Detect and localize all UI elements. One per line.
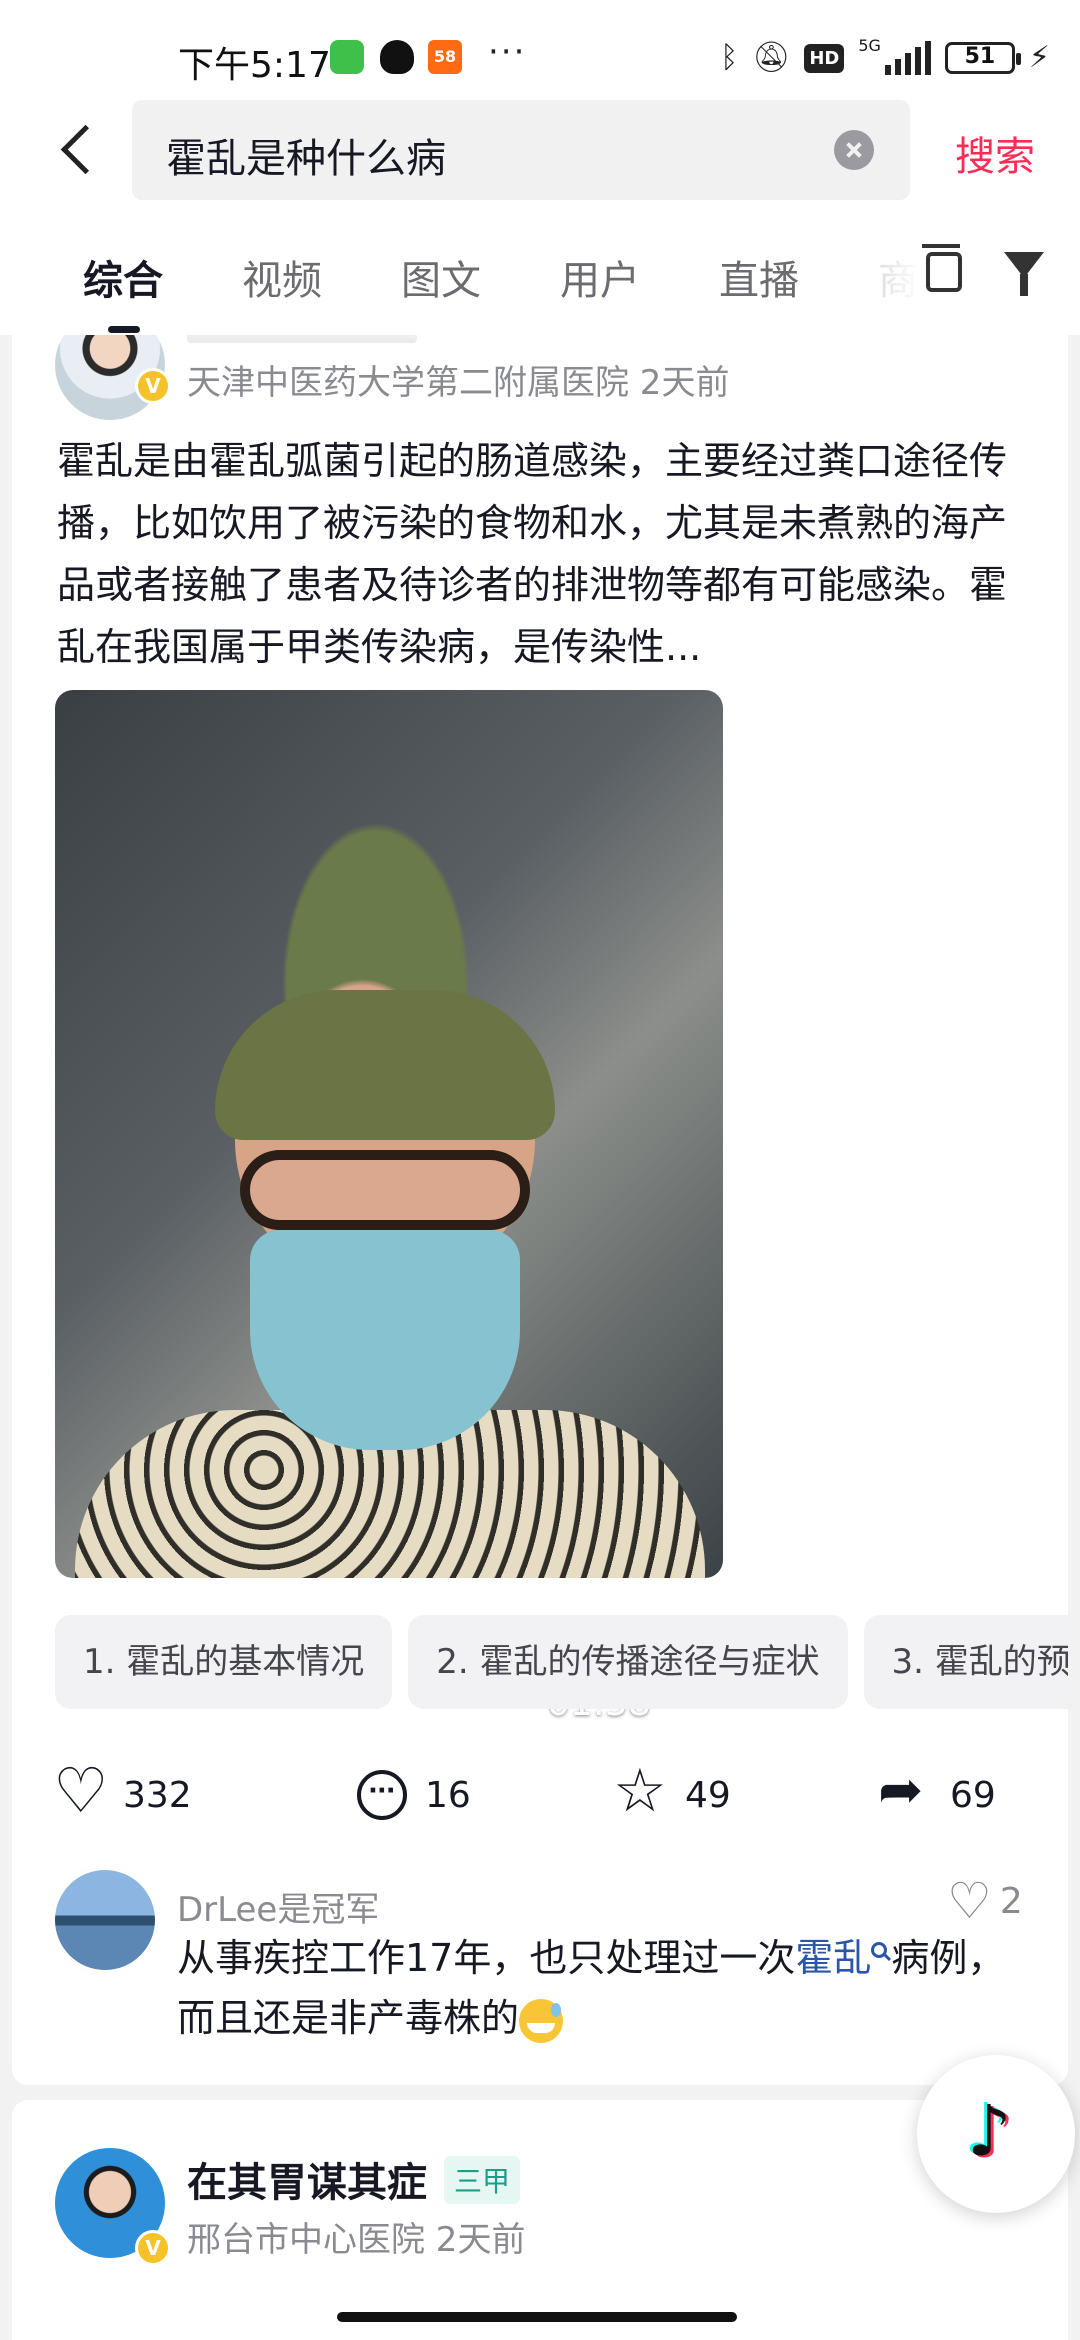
top-comment[interactable]: DrLee是冠军 2 从事疾控工作17年，也只处理过一次霍乱病例，而且还是非产毒… [12,1870,1068,2070]
tab-comprehensive[interactable]: 综合 [83,248,163,333]
like-button[interactable]: 332 [53,1754,192,1827]
comment-search-link[interactable]: 霍乱 [795,1936,871,1980]
heart-icon [53,1754,109,1827]
chapter-chip[interactable]: 2. 霍乱的传播途径与症状 [408,1615,848,1709]
result-card[interactable]: V 天津中医药大学第二附属医院 2天前 霍乱是由霍乱弧菌引起的肠道感染，主要经过… [12,335,1068,2085]
comment-count: 16 [425,1774,471,1816]
search-button[interactable]: 搜索 [955,124,1035,182]
battery-percent: 51 [964,44,996,69]
network-type: 5G [858,36,881,55]
search-icon[interactable] [871,1942,888,1958]
tab-users[interactable]: 用户 [560,248,640,306]
author-source: 天津中医药大学第二附属医院 2天前 [187,363,730,403]
comment-button[interactable]: 16 [357,1770,471,1820]
douyin-float-button[interactable]: ♪ [917,2055,1075,2213]
comment-avatar[interactable] [55,1870,155,1970]
result-tabs: 综合 视频 图文 用户 直播 商 [0,220,1080,335]
favorite-count: 49 [685,1774,731,1816]
mute-bell-icon: 🔕︎ [752,40,791,75]
status-bar: 下午5:17 58 ··· ᛒ 🔕︎ HD 5G 51 ⚡ [0,0,1080,100]
status-time: 下午5:17 [178,45,331,86]
tab-image-text[interactable]: 图文 [401,248,481,306]
video-thumbnail[interactable] [55,690,723,1578]
hospital-grade-badge: 三甲 [444,2156,521,2204]
result-card[interactable]: V 在其胃谋其症 三甲 邢台市中心医院 2天前 [12,2100,1068,2340]
sweat-smile-emoji-icon [519,1998,564,2043]
tab-video[interactable]: 视频 [242,248,322,306]
chapter-chip[interactable]: 1. 霍乱的基本情况 [55,1615,393,1709]
share-button[interactable]: 69 [878,1758,996,1821]
author-source: 邢台市中心医院 2天前 [187,2220,526,2260]
verified-icon: V [135,2230,171,2266]
comment-text-before: 从事疾控工作17年，也只处理过一次 [177,1936,796,1980]
share-icon [878,1758,932,1821]
bluetooth-icon: ᛒ [720,40,739,75]
app-58-notification-icon: 58 [428,40,462,74]
search-input[interactable]: 霍乱是种什么病 [132,100,910,200]
video-frame-glasses [240,1150,530,1230]
action-bar: 332 16 49 69 [12,1754,1068,1840]
video-frame-cap [215,990,555,1140]
author-name-cropped [187,335,417,343]
favorite-button[interactable]: 49 [613,1756,731,1826]
more-notifications-icon: ··· [488,32,527,72]
video-frame-mask [250,1230,520,1450]
tab-live[interactable]: 直播 [719,248,799,306]
home-indicator[interactable] [337,2312,737,2322]
comment-like-button[interactable]: 2 [947,1876,1023,1927]
heart-icon [947,1876,992,1927]
star-icon [613,1756,667,1826]
author-name[interactable]: 在其胃谋其症 [187,2150,427,2208]
like-count: 332 [123,1774,192,1816]
qq-notification-icon [380,40,414,74]
comment-icon [357,1770,407,1820]
search-header: 霍乱是种什么病 搜索 [0,100,1080,220]
verified-icon: V [135,368,171,404]
status-indicators: ᛒ 🔕︎ HD 5G 51 ⚡ [720,38,1050,78]
battery-icon: 51 [944,42,1021,74]
comment-text: 从事疾控工作17年，也只处理过一次霍乱 病例，而且还是非产毒株的 [177,1928,1007,2048]
tabs-fade-overlay [860,240,920,320]
hd-icon: HD [804,43,845,73]
chapter-list: 1. 霍乱的基本情况 2. 霍乱的传播途径与症状 3. 霍乱的预 [55,1615,1068,1715]
back-icon[interactable] [48,118,108,182]
share-count: 69 [950,1774,996,1816]
search-query-text[interactable]: 霍乱是种什么病 [166,126,446,184]
charging-icon: ⚡ [1028,40,1050,75]
signal-strength-icon [884,41,931,75]
chapter-chip[interactable]: 3. 霍乱的预 [863,1615,1068,1709]
clear-icon[interactable] [834,130,874,170]
wechat-notification-icon [330,40,364,74]
douyin-logo-icon: ♪ [967,2090,1012,2172]
result-description[interactable]: 霍乱是由霍乱弧菌引起的肠道感染，主要经过粪口途径传播，比如饮用了被污染的食物和水… [57,430,1027,678]
comment-username[interactable]: DrLee是冠军 [177,1882,379,1931]
comment-like-count: 2 [999,1881,1023,1922]
layout-toggle-icon[interactable] [922,244,962,292]
filter-icon[interactable] [1004,252,1044,296]
